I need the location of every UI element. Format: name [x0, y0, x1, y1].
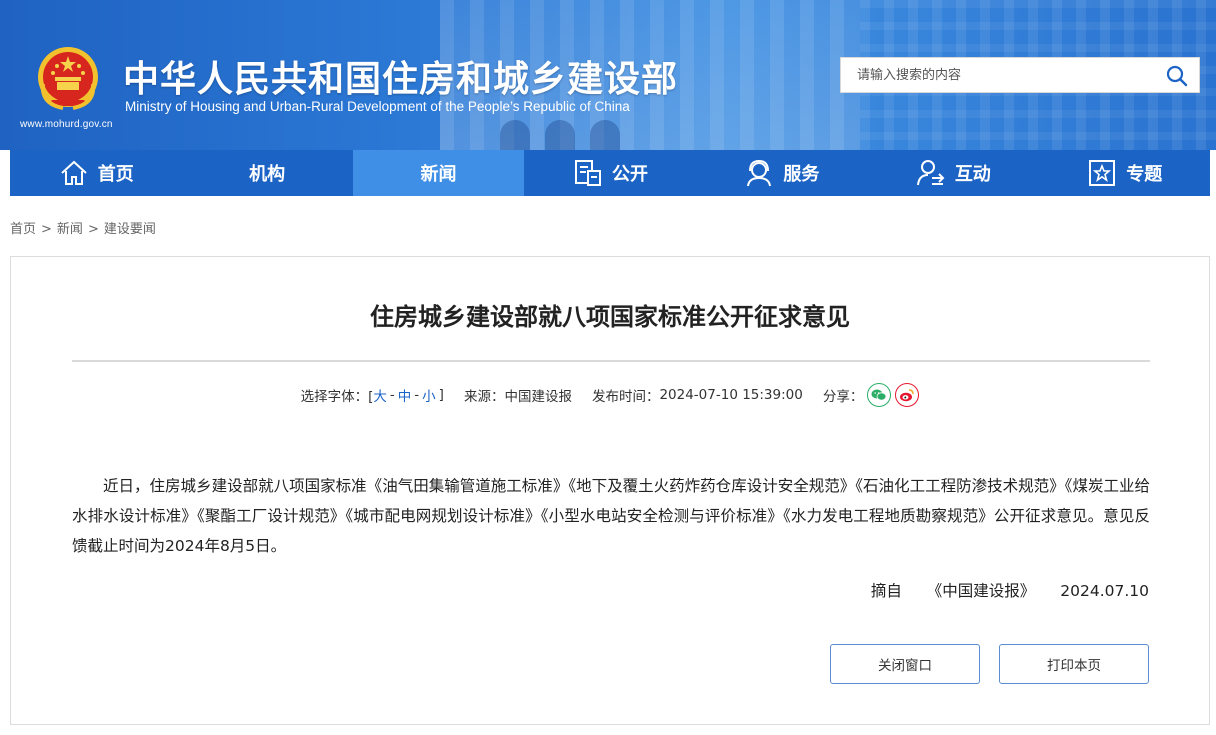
home-icon	[61, 160, 87, 185]
header-banner: www.mohurd.gov.cn 中华人民共和国住房和城乡建设部 Minist…	[0, 0, 1216, 150]
article-panel: 住房城乡建设部就八项国家标准公开征求意见 选择字体：[ 大 - 中 - 小 ] …	[10, 256, 1210, 725]
weibo-share-icon[interactable]	[895, 383, 920, 407]
publish-time: 发布时间： 2024-07-10 15:39:00	[591, 387, 803, 405]
article-body: 近日，住房城乡建设部就八项国家标准《油气田集输管道施工标准》《地下及覆土火药炸药…	[72, 477, 1150, 555]
nav-item-service[interactable]: 服务	[696, 150, 867, 196]
nav-label: 机构	[249, 164, 286, 185]
breadcrumb: 首页 > 新闻 > 建设要闻	[10, 222, 156, 237]
breadcrumb-home[interactable]: 首页	[10, 222, 36, 237]
service-icon	[747, 159, 772, 187]
nav-item-interaction[interactable]: 互动	[867, 150, 1038, 196]
share: 分享：	[823, 383, 920, 407]
document-icon	[574, 160, 601, 186]
close-window-button[interactable]: 关闭窗口	[830, 644, 980, 684]
search-icon[interactable]	[1165, 64, 1189, 88]
wechat-share-icon[interactable]	[867, 383, 892, 407]
print-page-button[interactable]: 打印本页	[999, 644, 1149, 684]
nav-label: 互动	[954, 164, 991, 185]
excerpt-line: 摘自 《中国建设报》 2024.07.10	[871, 579, 1149, 601]
site-title: 中华人民共和国住房和城乡建设部	[123, 59, 679, 100]
excerpt-date: 2024.07.10	[1060, 582, 1149, 600]
title-divider	[72, 360, 1150, 362]
site-url: www.mohurd.gov.cn	[20, 119, 113, 130]
nav-label: 新闻	[420, 164, 457, 185]
nav-label: 服务	[783, 164, 820, 185]
nav-item-news[interactable]: 新闻	[352, 150, 525, 196]
site-subtitle: Ministry of Housing and Urban-Rural Deve…	[125, 99, 630, 114]
article-source: 来源： 中国建设报	[464, 385, 572, 405]
nav-item-topics[interactable]: 专题	[1039, 150, 1210, 196]
font-size-large[interactable]: 大	[373, 385, 387, 405]
excerpt-label: 摘自	[870, 582, 902, 600]
search-input[interactable]	[841, 58, 1161, 92]
nav-label: 公开	[611, 164, 648, 185]
nav-item-disclosure[interactable]: 公开	[524, 150, 695, 196]
nav-label: 专题	[1126, 164, 1163, 185]
nav-item-home[interactable]: 首页	[10, 150, 181, 196]
excerpt-source: 《中国建设报》	[926, 582, 1036, 600]
font-size-selector: 选择字体：[ 大 - 中 - 小 ]	[300, 385, 444, 405]
breadcrumb-construction-news[interactable]: 建设要闻	[104, 222, 156, 237]
breadcrumb-news[interactable]: 新闻	[57, 222, 83, 237]
main-nav: 首页 机构 新闻 公开 服务 互动 专题	[10, 150, 1210, 196]
national-emblem-icon	[38, 47, 98, 110]
font-size-small[interactable]: 小	[422, 385, 436, 405]
font-size-medium[interactable]: 中	[398, 385, 412, 405]
article-title: 住房城乡建设部就八项国家标准公开征求意见	[370, 303, 850, 331]
search-box	[840, 57, 1200, 93]
star-icon	[1089, 160, 1116, 186]
source-value: 中国建设报	[504, 389, 572, 405]
interaction-icon	[916, 160, 945, 186]
article-meta: 选择字体：[ 大 - 中 - 小 ] 来源： 中国建设报 发布时间： 2024-…	[11, 383, 1209, 407]
nav-label: 首页	[97, 164, 134, 185]
nav-item-organization[interactable]: 机构	[181, 150, 352, 196]
publish-time-value: 2024-07-10 15:39:00	[659, 387, 803, 403]
